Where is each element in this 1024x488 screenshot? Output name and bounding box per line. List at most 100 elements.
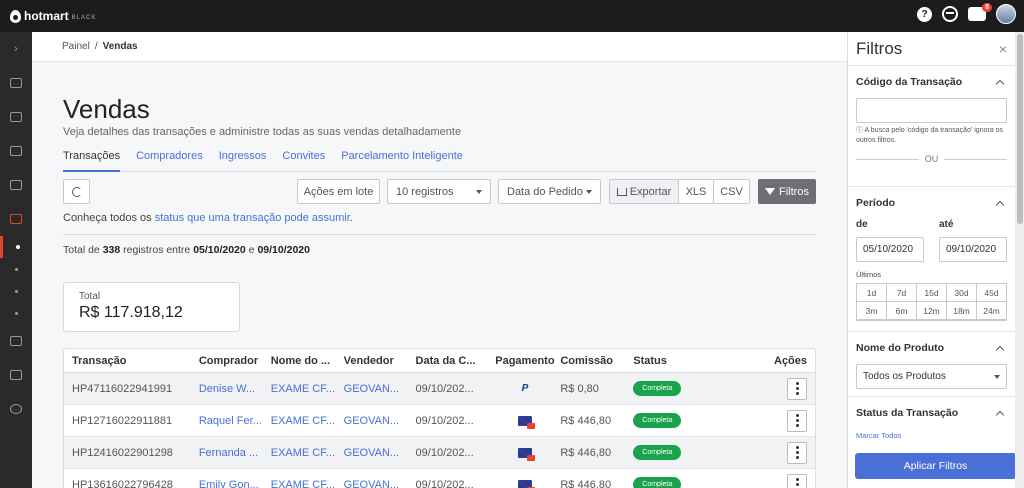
sidebar-tools-icon[interactable] bbox=[0, 134, 32, 168]
seller-link[interactable]: GEOVAN... bbox=[344, 479, 416, 488]
export-button[interactable]: Exportar bbox=[609, 179, 679, 204]
breadcrumb-separator: / bbox=[94, 41, 98, 52]
table-row[interactable]: HP13616022796428 Emily Gon... EXAME CF..… bbox=[64, 469, 815, 488]
sidebar-expand-icon[interactable]: › bbox=[0, 32, 32, 66]
page-size-select[interactable]: 10 registros bbox=[387, 179, 491, 204]
buyer-link[interactable]: Raquel Fer... bbox=[199, 415, 271, 427]
totals-from: 05/10/2020 bbox=[193, 244, 246, 256]
totals-and: e bbox=[245, 244, 258, 256]
buyer-link[interactable]: Fernanda ... bbox=[199, 447, 271, 459]
user-avatar[interactable] bbox=[996, 4, 1016, 24]
sidebar-products-icon[interactable] bbox=[0, 100, 32, 134]
col-comprador[interactable]: Comprador bbox=[199, 355, 271, 367]
period-from-input[interactable]: 05/10/2020 bbox=[856, 237, 924, 262]
range-30d[interactable]: 30d bbox=[947, 284, 977, 302]
col-vendedor[interactable]: Vendedor bbox=[344, 355, 416, 367]
chevron-up-icon[interactable] bbox=[995, 200, 1005, 209]
product-select-value: Todos os Produtos bbox=[863, 371, 946, 382]
sidebar-sales-cart-icon[interactable] bbox=[0, 202, 32, 236]
select-all-link[interactable]: Marcar Todos bbox=[856, 431, 1007, 440]
range-45d[interactable]: 45d bbox=[977, 284, 1007, 302]
table-row[interactable]: HP12416022901298 Fernanda ... EXAME CF..… bbox=[64, 437, 815, 469]
breadcrumb-painel[interactable]: Painel bbox=[62, 41, 90, 52]
transactions-table: Transação Comprador Nome do ... Vendedor… bbox=[63, 348, 816, 488]
col-pagamento[interactable]: Pagamento bbox=[489, 355, 560, 367]
col-acoes: Ações bbox=[774, 354, 808, 367]
sidebar-box-icon[interactable] bbox=[0, 168, 32, 202]
sidebar-sub-item-2[interactable] bbox=[0, 258, 32, 280]
chevron-up-icon[interactable] bbox=[995, 410, 1005, 419]
product-link[interactable]: EXAME CF... bbox=[271, 447, 344, 459]
buyer-link[interactable]: Denise W... bbox=[199, 383, 271, 395]
bulk-actions-button[interactable]: Ações em lote bbox=[297, 179, 380, 204]
period-to-input[interactable]: 09/10/2020 bbox=[939, 237, 1007, 262]
refresh-button[interactable] bbox=[63, 179, 90, 204]
toolbar: Ações em lote 10 registros Data do Pedid… bbox=[63, 179, 816, 205]
transaction-id: HP13616022796428 bbox=[72, 478, 173, 488]
range-15d[interactable]: 15d bbox=[917, 284, 947, 302]
sidebar-sub-item-vendas[interactable] bbox=[0, 236, 32, 258]
range-1d[interactable]: 1d bbox=[857, 284, 887, 302]
community-icon[interactable] bbox=[942, 6, 958, 22]
apply-filters-button[interactable]: Aplicar Filtros bbox=[855, 453, 1016, 479]
product-link[interactable]: EXAME CF... bbox=[271, 415, 344, 427]
col-status[interactable]: Status bbox=[633, 355, 763, 367]
sidebar-dashboard-icon[interactable] bbox=[0, 66, 32, 100]
sidebar-sync-icon[interactable] bbox=[0, 324, 32, 358]
close-icon[interactable]: × bbox=[999, 41, 1007, 57]
row-actions-button[interactable] bbox=[787, 441, 808, 464]
filters-scrollbar-thumb[interactable] bbox=[1017, 34, 1023, 224]
table-row[interactable]: HP47116022941991 Denise W... EXAME CF...… bbox=[64, 373, 815, 405]
tab-convites[interactable]: Convites bbox=[282, 146, 325, 172]
caret-down-icon bbox=[586, 189, 592, 194]
filters-button[interactable]: Filtros bbox=[758, 179, 816, 204]
col-transacao[interactable]: Transação bbox=[64, 355, 199, 367]
notification-badge: 8 bbox=[982, 3, 992, 12]
col-data[interactable]: Data da C... bbox=[416, 355, 490, 367]
chevron-up-icon[interactable] bbox=[995, 79, 1005, 88]
totals-to: 09/10/2020 bbox=[257, 244, 310, 256]
date-type-select[interactable]: Data do Pedido bbox=[498, 179, 601, 204]
product-link[interactable]: EXAME CF... bbox=[271, 479, 344, 488]
sidebar: › bbox=[0, 32, 32, 488]
row-actions-button[interactable] bbox=[787, 473, 808, 488]
export-xls-button[interactable]: XLS bbox=[678, 179, 714, 204]
sidebar-sub-item-3[interactable] bbox=[0, 280, 32, 302]
seller-link[interactable]: GEOVAN... bbox=[344, 383, 416, 395]
row-actions-button[interactable] bbox=[787, 409, 808, 432]
buyer-link[interactable]: Emily Gon... bbox=[199, 479, 271, 488]
filter-section-produto: Nome do Produto Todos os Produtos bbox=[848, 332, 1015, 397]
product-select[interactable]: Todos os Produtos bbox=[856, 364, 1007, 389]
table-row[interactable]: HP12716022911881 Raquel Fer... EXAME CF.… bbox=[64, 405, 815, 437]
filter-icon bbox=[765, 188, 776, 195]
chevron-up-icon[interactable] bbox=[995, 345, 1005, 354]
hotmart-logo[interactable]: hotmart BLACK bbox=[10, 9, 96, 23]
range-7d[interactable]: 7d bbox=[887, 284, 917, 302]
tab-transacoes[interactable]: Transações bbox=[63, 146, 121, 172]
breadcrumb: Painel / Vendas bbox=[32, 32, 847, 62]
seller-link[interactable]: GEOVAN... bbox=[344, 447, 416, 459]
product-link[interactable]: EXAME CF... bbox=[271, 383, 344, 395]
tab-compradores[interactable]: Compradores bbox=[136, 146, 203, 172]
tab-parcelamento[interactable]: Parcelamento Inteligente bbox=[341, 146, 463, 172]
col-produto[interactable]: Nome do ... bbox=[271, 355, 344, 367]
range-12m[interactable]: 12m bbox=[917, 302, 947, 320]
col-comissao[interactable]: Comissão bbox=[560, 355, 633, 367]
commission: R$ 446,80 bbox=[560, 414, 612, 427]
range-24m[interactable]: 24m bbox=[977, 302, 1007, 320]
sidebar-chat-icon[interactable] bbox=[0, 358, 32, 392]
help-icon[interactable]: ? bbox=[917, 6, 932, 22]
transaction-code-input[interactable] bbox=[856, 98, 1007, 123]
sidebar-sub-item-4[interactable] bbox=[0, 302, 32, 324]
sidebar-money-icon[interactable] bbox=[0, 392, 32, 426]
seller-link[interactable]: GEOVAN... bbox=[344, 415, 416, 427]
export-csv-button[interactable]: CSV bbox=[713, 179, 750, 204]
range-3m[interactable]: 3m bbox=[857, 302, 887, 320]
row-actions-button[interactable] bbox=[787, 377, 808, 400]
range-18m[interactable]: 18m bbox=[947, 302, 977, 320]
tab-ingressos[interactable]: Ingressos bbox=[219, 146, 267, 172]
notifications-icon[interactable]: 8 bbox=[968, 3, 992, 21]
status-info-link[interactable]: status que uma transação pode assumir bbox=[155, 212, 350, 224]
range-6m[interactable]: 6m bbox=[887, 302, 917, 320]
date-type-value: Data do Pedido bbox=[507, 185, 583, 198]
